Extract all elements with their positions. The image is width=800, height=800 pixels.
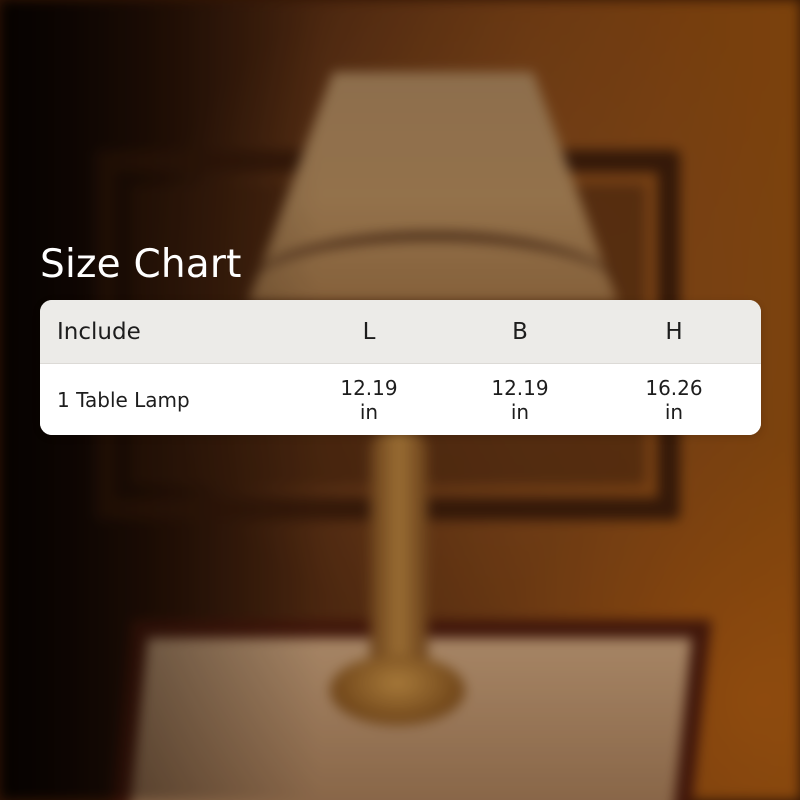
cell-length: 12.19 in <box>340 375 398 424</box>
header-height: H <box>665 318 683 345</box>
header-length: L <box>362 318 376 345</box>
header-include: Include <box>57 318 141 345</box>
table-header-row: Include L B H <box>40 300 761 364</box>
cell-height: 16.26 in <box>645 375 703 424</box>
size-table: Include L B H 1 Table Lamp 12.19 in 12.1… <box>40 300 761 435</box>
cell-breadth: 12.19 in <box>491 375 549 424</box>
table-row: 1 Table Lamp 12.19 in 12.19 in 16.26 in <box>40 364 761 435</box>
header-breadth: B <box>512 318 528 345</box>
page-title: Size Chart <box>40 242 242 287</box>
cell-item: 1 Table Lamp <box>57 387 190 412</box>
